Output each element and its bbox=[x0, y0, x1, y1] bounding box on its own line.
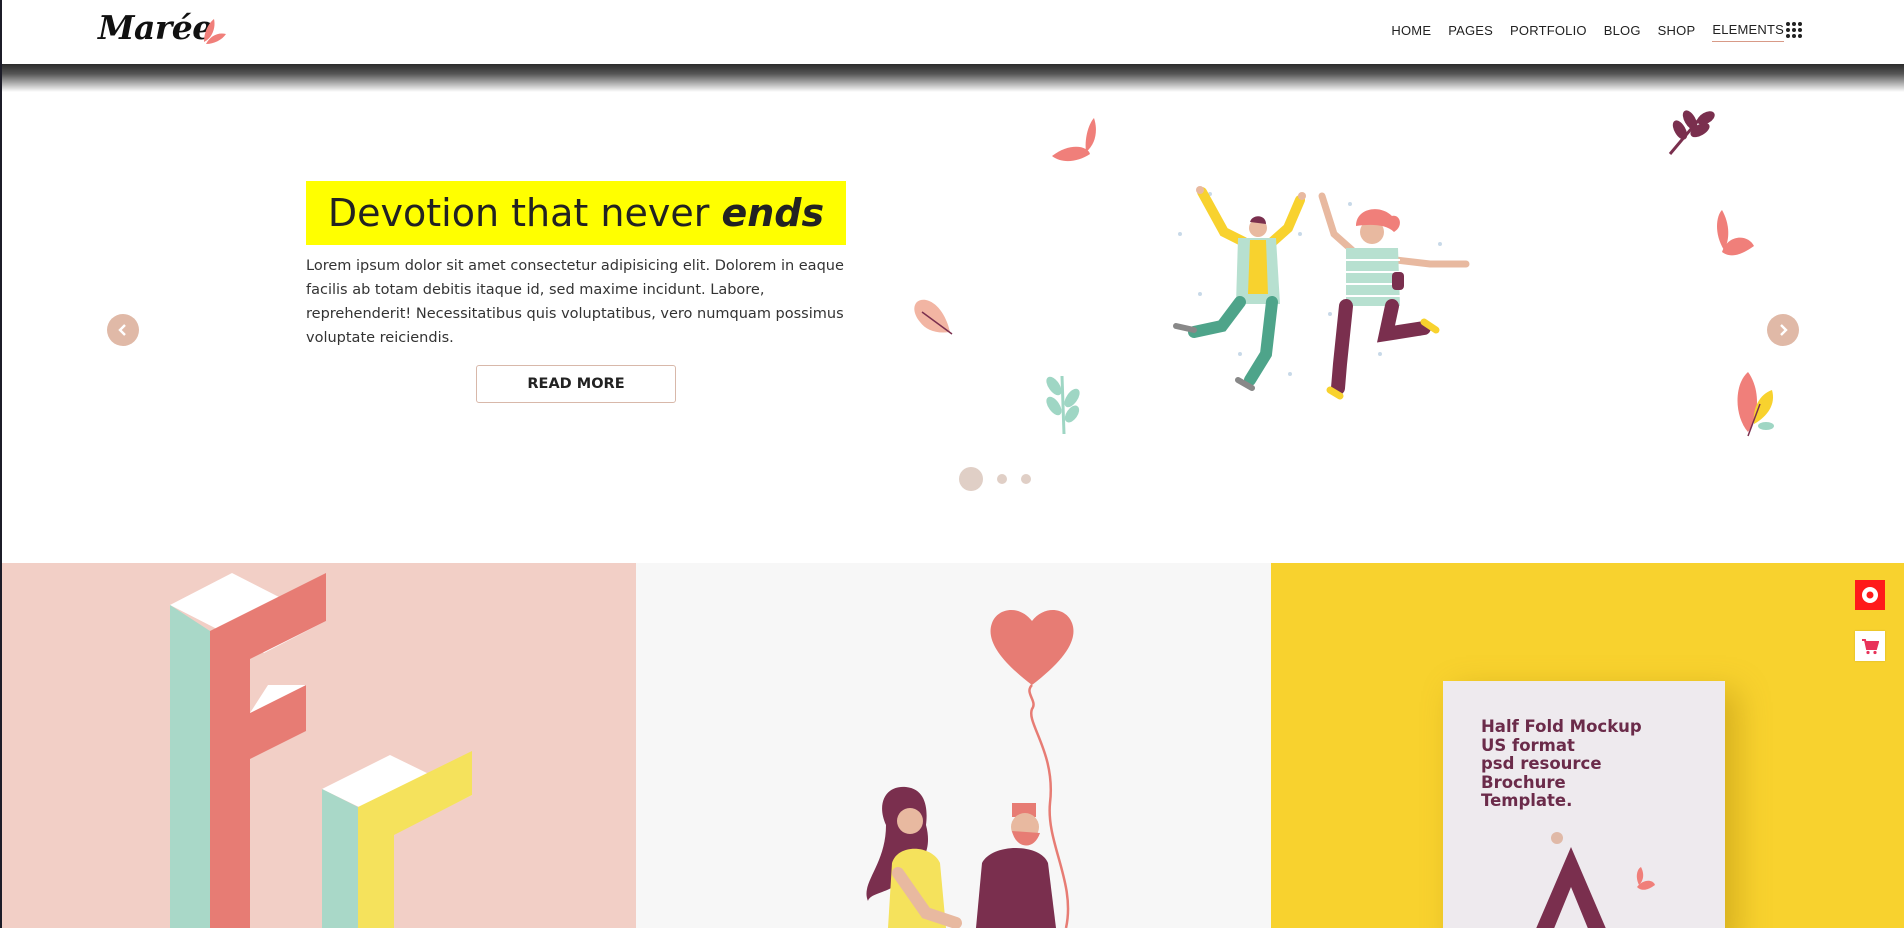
chevron-right-icon bbox=[1780, 324, 1788, 336]
record-button[interactable] bbox=[1855, 580, 1885, 610]
nav-blog[interactable]: BLOG bbox=[1604, 23, 1641, 42]
site-header: Marée HOME PAGES PORTFOLIO BLOG SHOP ELE… bbox=[0, 0, 1904, 64]
leaf-icon bbox=[1052, 118, 1096, 162]
hero-headline: Devotion that never ends bbox=[327, 191, 825, 235]
dancing-couple-illustration bbox=[1173, 186, 1470, 400]
window-edge bbox=[0, 0, 2, 928]
record-icon bbox=[1862, 587, 1878, 603]
cart-icon bbox=[1862, 639, 1879, 655]
brochure-mockup: Half Fold Mockup US format psd resource … bbox=[1443, 681, 1725, 928]
hero-description: Lorem ipsum dolor sit amet consectetur a… bbox=[306, 258, 844, 346]
brochure-logo-mark bbox=[1536, 832, 1655, 928]
headline-highlight: Devotion that never ends bbox=[306, 181, 846, 245]
sprig-icon bbox=[1668, 110, 1715, 155]
leaf-icon bbox=[204, 19, 226, 44]
header-shadow bbox=[0, 64, 1904, 92]
nav-home[interactable]: HOME bbox=[1391, 23, 1431, 42]
chevron-left-icon bbox=[118, 324, 126, 336]
leaf-icon bbox=[1717, 210, 1754, 256]
slider-dot-active[interactable] bbox=[959, 467, 983, 491]
nav-elements[interactable]: ELEMENTS bbox=[1712, 22, 1784, 42]
portfolio-tile-couple[interactable] bbox=[636, 563, 1271, 928]
slider-pagination bbox=[959, 467, 1031, 491]
site-logo[interactable]: Marée bbox=[98, 8, 213, 47]
plant-icon bbox=[1737, 372, 1774, 437]
headline-emphasis: ends bbox=[721, 191, 825, 235]
slider-next-button[interactable] bbox=[1767, 314, 1799, 346]
slider-prev-button[interactable] bbox=[107, 314, 139, 346]
portfolio-tile-letter[interactable] bbox=[0, 563, 636, 928]
isometric-letter-illustration bbox=[170, 573, 472, 928]
read-more-button[interactable]: READ MORE bbox=[476, 365, 676, 403]
grid-dots-icon[interactable] bbox=[1786, 22, 1802, 38]
portfolio-tile-brochure[interactable]: Half Fold Mockup US format psd resource … bbox=[1271, 563, 1904, 928]
slider-dot[interactable] bbox=[997, 474, 1007, 484]
nav-shop[interactable]: SHOP bbox=[1658, 23, 1696, 42]
main-nav: HOME PAGES PORTFOLIO BLOG SHOP ELEMENTS bbox=[1374, 22, 1784, 42]
slider-dot[interactable] bbox=[1021, 474, 1031, 484]
nav-portfolio[interactable]: PORTFOLIO bbox=[1510, 23, 1587, 42]
sprig-icon bbox=[1046, 375, 1080, 435]
hero-slider: Devotion that never ends Lorem ipsum dol… bbox=[0, 64, 1904, 563]
leaf-icon bbox=[914, 299, 953, 335]
hero-decorations bbox=[914, 110, 1774, 437]
cart-button[interactable] bbox=[1855, 631, 1885, 661]
nav-pages[interactable]: PAGES bbox=[1448, 23, 1493, 42]
couple-balloon-illustration bbox=[866, 609, 1074, 928]
